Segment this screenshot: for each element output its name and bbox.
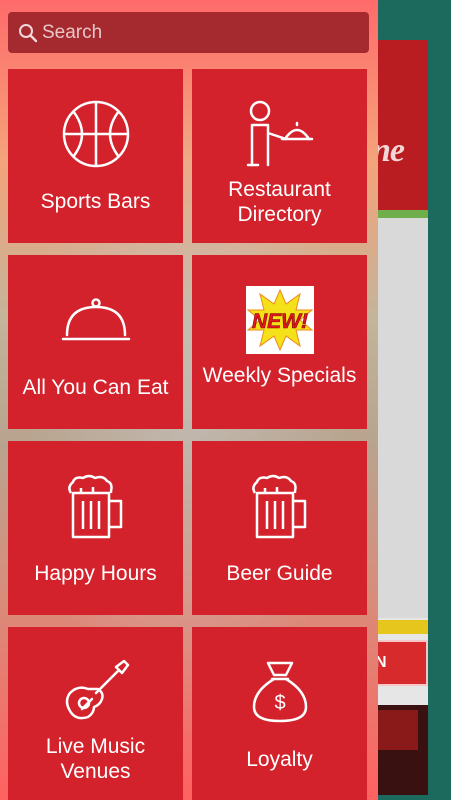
tile-live-music-venues[interactable]: Live Music Venues: [8, 627, 183, 800]
tile-label: Sports Bars: [40, 190, 151, 213]
tile-restaurant-directory[interactable]: Restaurant Directory: [192, 69, 367, 243]
guitar-icon: [8, 655, 183, 727]
money-bag-icon: $: [192, 657, 367, 725]
basketball-icon: [8, 99, 183, 169]
tile-all-you-can-eat[interactable]: All You Can Eat: [8, 255, 183, 429]
tile-label: Restaurant Directory: [228, 178, 331, 226]
search-bar[interactable]: [8, 12, 369, 53]
search-icon: [14, 12, 42, 53]
new-badge-text: NEW!: [252, 310, 308, 333]
search-input[interactable]: [42, 12, 342, 53]
tile-label: Happy Hours: [34, 562, 157, 585]
tile-loyalty[interactable]: $ Loyalty: [192, 627, 367, 800]
tile-sports-bars[interactable]: Sports Bars: [8, 69, 183, 243]
beer-mug-icon: [8, 473, 183, 541]
tile-label: Live Music Venues: [45, 735, 146, 783]
tile-label: Loyalty: [246, 748, 313, 771]
navigation-drawer: Sports Bars Restaurant Directory All You…: [0, 0, 378, 800]
tile-label: All You Can Eat: [22, 376, 169, 399]
beer-mug-icon: [192, 473, 367, 541]
background-app-panel: ne ATION: [370, 40, 428, 795]
cloche-icon: [8, 297, 183, 347]
tile-label: Beer Guide: [226, 562, 333, 585]
tile-beer-guide[interactable]: Beer Guide: [192, 441, 367, 615]
new-badge-icon: NEW!: [192, 286, 367, 354]
tile-weekly-specials[interactable]: NEW! Weekly Specials: [192, 255, 367, 429]
svg-text:$: $: [274, 692, 285, 714]
background-app-button[interactable]: ATION: [370, 640, 428, 686]
tile-happy-hours[interactable]: Happy Hours: [8, 441, 183, 615]
waiter-icon: [192, 99, 367, 169]
tile-label: Weekly Specials: [202, 364, 357, 387]
